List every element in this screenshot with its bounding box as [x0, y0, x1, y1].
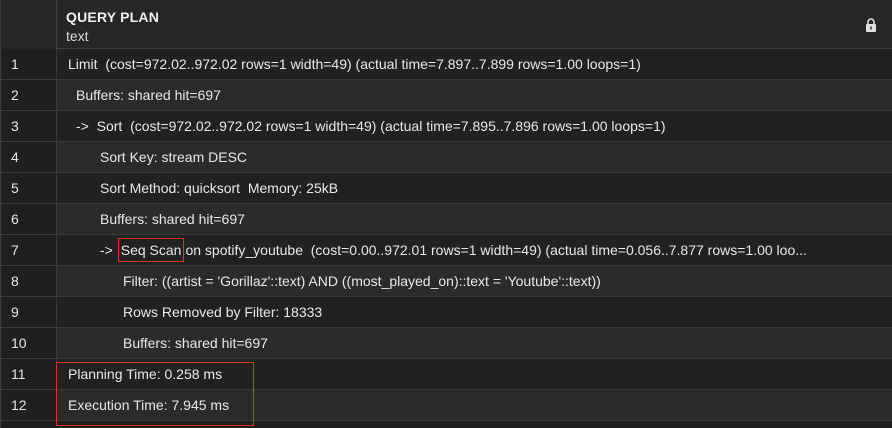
column-header-name[interactable]: QUERY PLAN — [66, 9, 159, 25]
plan-line-text: -> Sort (cost=972.02..972.02 rows=1 widt… — [76, 118, 666, 134]
row-number[interactable]: 5 — [1, 173, 57, 203]
table-row[interactable]: 8 Filter: ((artist = 'Gorillaz'::text) AN… — [1, 266, 892, 297]
plan-line-text: Sort Key: stream DESC — [100, 149, 248, 165]
row-number[interactable]: 1 — [1, 49, 57, 79]
query-plan-cell[interactable]: -> Seq Scan on spotify_youtube (cost=0.00… — [57, 235, 892, 265]
plan-node-arrow: -> — [100, 242, 117, 258]
plan-line-text: Buffers: shared hit=697 — [123, 335, 268, 351]
plan-line-text: Limit (cost=972.02..972.02 rows=1 width=… — [68, 56, 641, 72]
grid-header: QUERY PLAN text — [1, 0, 892, 49]
query-plan-cell[interactable]: Limit (cost=972.02..972.02 rows=1 width=… — [57, 49, 892, 79]
table-row[interactable]: 1 Limit (cost=972.02..972.02 rows=1 width… — [1, 49, 892, 80]
table-row[interactable]: 3 -> Sort (cost=972.02..972.02 rows=1 wid… — [1, 111, 892, 142]
query-plan-cell[interactable]: Filter: ((artist = 'Gorillaz'::text) AND… — [57, 266, 892, 296]
row-number[interactable]: 3 — [1, 111, 57, 141]
result-rows: 1 Limit (cost=972.02..972.02 rows=1 width… — [1, 49, 892, 421]
plan-line-text: Buffers: shared hit=697 — [100, 211, 245, 227]
table-row[interactable]: 9 Rows Removed by Filter: 18333 — [1, 297, 892, 328]
query-plan-cell[interactable]: Sort Key: stream DESC — [57, 142, 892, 172]
lock-icon — [866, 18, 876, 32]
table-row[interactable]: 2 Buffers: shared hit=697 — [1, 80, 892, 111]
plan-line-text: Buffers: shared hit=697 — [76, 87, 221, 103]
row-number[interactable]: 10 — [1, 328, 57, 358]
query-plan-cell[interactable]: Execution Time: 7.945 ms — [57, 390, 892, 420]
row-number[interactable]: 4 — [1, 142, 57, 172]
table-row[interactable]: 5 Sort Method: quicksort Memory: 25kB — [1, 173, 892, 204]
table-row[interactable]: 10 Buffers: shared hit=697 — [1, 328, 892, 359]
row-number[interactable]: 7 — [1, 235, 57, 265]
row-number[interactable]: 6 — [1, 204, 57, 234]
query-result-grid: QUERY PLAN text 1 Limit (cost=972.02..972… — [0, 0, 892, 428]
seq-scan-highlight: Seq Scan — [117, 238, 185, 262]
table-row[interactable]: 12 Execution Time: 7.945 ms — [1, 390, 892, 421]
query-plan-cell[interactable]: Rows Removed by Filter: 18333 — [57, 297, 892, 327]
query-plan-cell[interactable]: Buffers: shared hit=697 — [57, 80, 892, 110]
query-plan-cell[interactable]: -> Sort (cost=972.02..972.02 rows=1 widt… — [57, 111, 892, 141]
row-number[interactable]: 8 — [1, 266, 57, 296]
plan-line-text: Rows Removed by Filter: 18333 — [123, 304, 323, 320]
row-number[interactable]: 11 — [1, 359, 57, 389]
plan-line-text: Filter: ((artist = 'Gorillaz'::text) AND… — [123, 273, 601, 289]
plan-line-text: Sort Method: quicksort Memory: 25kB — [100, 180, 339, 196]
query-plan-cell[interactable]: Buffers: shared hit=697 — [57, 328, 892, 358]
row-number-header[interactable] — [1, 0, 57, 49]
row-number[interactable]: 12 — [1, 390, 57, 420]
query-plan-cell[interactable]: Buffers: shared hit=697 — [57, 204, 892, 234]
table-row[interactable]: 11 Planning Time: 0.258 ms — [1, 359, 892, 390]
row-number[interactable]: 9 — [1, 297, 57, 327]
table-row[interactable]: 6 Buffers: shared hit=697 — [1, 204, 892, 235]
table-row[interactable]: 7 -> Seq Scan on spotify_youtube (cost=0.0… — [1, 235, 892, 266]
plan-line-text: Execution Time: 7.945 ms — [68, 397, 230, 413]
plan-node-detail: on spotify_youtube (cost=0.00..972.01 ro… — [185, 242, 807, 258]
query-plan-cell[interactable]: Planning Time: 0.258 ms — [57, 359, 892, 389]
plan-line-text: Planning Time: 0.258 ms — [68, 366, 223, 382]
column-header-type: text — [66, 28, 89, 44]
query-plan-cell[interactable]: Sort Method: quicksort Memory: 25kB — [57, 173, 892, 203]
table-row[interactable]: 4 Sort Key: stream DESC — [1, 142, 892, 173]
row-number[interactable]: 2 — [1, 80, 57, 110]
